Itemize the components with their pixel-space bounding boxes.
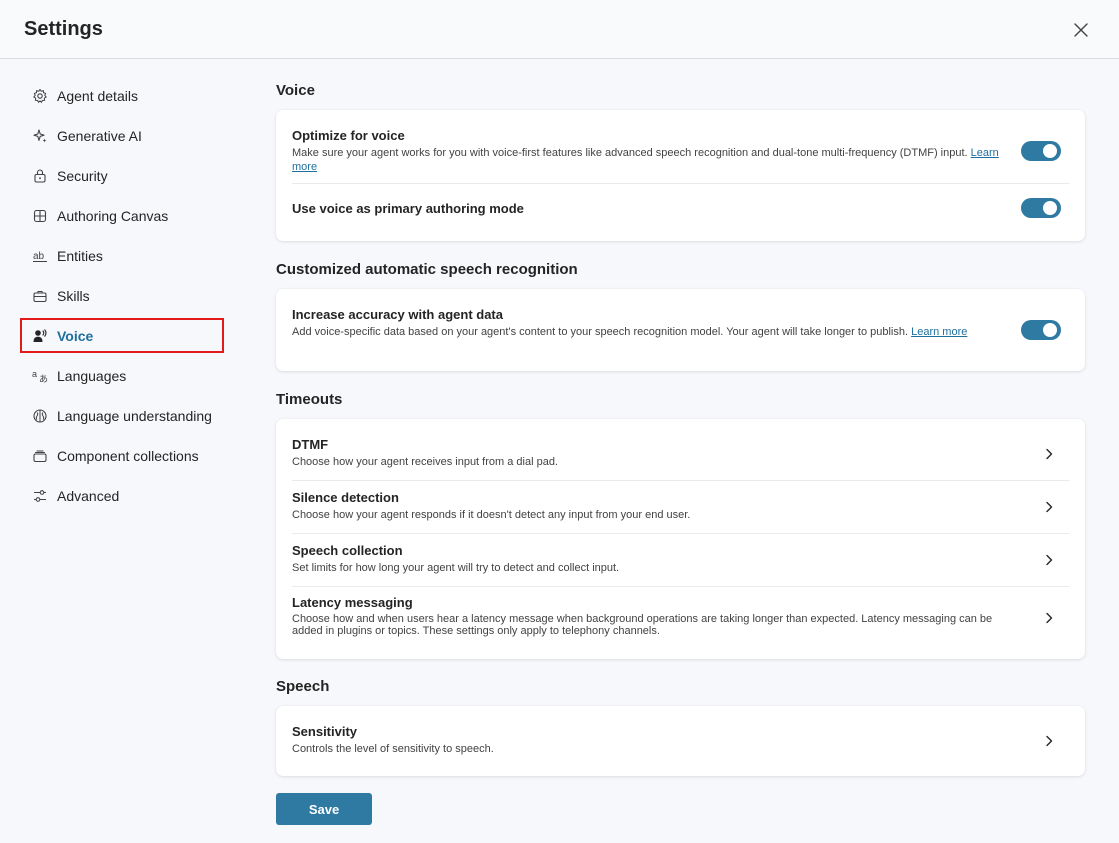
primary-authoring-title: Use voice as primary authoring mode	[292, 201, 524, 216]
sidebar-item-label: Skills	[57, 287, 90, 304]
toggle-knob	[1043, 144, 1057, 158]
person-voice-icon	[32, 328, 48, 344]
translate-icon: aあ	[32, 368, 48, 384]
timeout-row-title: Silence detection	[292, 490, 399, 505]
sidebar-item-label: Advanced	[57, 487, 120, 504]
page-title: Settings	[24, 18, 103, 40]
timeouts-section-title: Timeouts	[276, 391, 343, 408]
timeout-row-title: Latency messaging	[292, 595, 413, 610]
optimize-voice-title: Optimize for voice	[292, 128, 405, 143]
collection-icon	[32, 448, 48, 464]
divider	[292, 586, 1069, 587]
chevron-right-icon[interactable]	[1043, 448, 1055, 460]
sidebar-item-authoring-canvas[interactable]: Authoring Canvas	[20, 199, 224, 232]
lock-icon	[32, 168, 48, 184]
sidebar-item-skills[interactable]: Skills	[20, 279, 224, 312]
accuracy-desc: Add voice-specific data based on your ag…	[292, 326, 968, 338]
divider	[292, 480, 1069, 481]
chevron-right-icon[interactable]	[1043, 501, 1055, 513]
timeout-row-desc: Choose how your agent receives input fro…	[292, 456, 558, 468]
timeout-row-latency-messaging[interactable]: Latency messaging Choose how and when us…	[292, 595, 1014, 637]
sidebar-item-label: Entities	[57, 247, 103, 264]
svg-text:ab: ab	[33, 251, 45, 262]
sidebar-item-label: Security	[57, 167, 108, 184]
close-icon	[1074, 23, 1088, 37]
optimize-voice-desc: Make sure your agent works for you with …	[292, 147, 999, 173]
sensitivity-desc: Controls the level of sensitivity to spe…	[292, 743, 494, 755]
accuracy-toggle[interactable]	[1021, 320, 1061, 340]
sidebar-item-label: Languages	[57, 367, 127, 384]
divider	[292, 533, 1069, 534]
asr-section-title: Customized automatic speech recognition	[276, 261, 578, 278]
chevron-right-icon[interactable]	[1043, 612, 1055, 624]
accuracy-row: Increase accuracy with agent data Add vo…	[292, 307, 1008, 339]
sidebar-item-entities[interactable]: ab Entities	[20, 239, 224, 272]
sidebar-item-component-collections[interactable]: Component collections	[20, 439, 224, 472]
chevron-right-icon[interactable]	[1043, 735, 1055, 747]
optimize-voice-row: Optimize for voice Make sure your agent …	[292, 128, 1012, 174]
accuracy-title: Increase accuracy with agent data	[292, 307, 503, 322]
speech-card: Sensitivity Controls the level of sensit…	[276, 706, 1085, 776]
sidebar-item-generative-ai[interactable]: Generative AI	[20, 119, 224, 152]
divider	[292, 183, 1069, 184]
voice-section-title: Voice	[276, 82, 315, 99]
sidebar-item-advanced[interactable]: Advanced	[20, 479, 224, 512]
options-icon	[32, 488, 48, 504]
sidebar-item-label: Authoring Canvas	[57, 207, 169, 224]
sidebar-item-label: Component collections	[57, 447, 199, 464]
settings-header: Settings	[0, 0, 1119, 59]
sidebar-item-label: Agent details	[57, 87, 138, 104]
sidebar-item-voice[interactable]: Voice	[20, 318, 224, 353]
asr-card: Increase accuracy with agent data Add vo…	[276, 289, 1085, 371]
timeout-row-title: Speech collection	[292, 543, 403, 558]
close-button[interactable]	[1070, 19, 1092, 41]
sidebar-item-languages[interactable]: aあ Languages	[20, 359, 224, 392]
timeout-row-title: DTMF	[292, 437, 329, 452]
toggle-knob	[1043, 201, 1057, 215]
learn-more-link[interactable]: Learn more	[911, 326, 967, 338]
sparkle-icon	[32, 128, 48, 144]
timeout-row-dtmf[interactable]: DTMF Choose how your agent receives inpu…	[292, 437, 1069, 469]
sidebar-item-label: Generative AI	[57, 127, 142, 144]
sidebar-item-label: Language understanding	[57, 407, 212, 424]
sensitivity-title: Sensitivity	[292, 724, 358, 739]
sensitivity-row[interactable]: Sensitivity Controls the level of sensit…	[292, 724, 1069, 756]
chevron-right-icon[interactable]	[1043, 554, 1055, 566]
sidebar-item-label: Voice	[57, 327, 94, 344]
sidebar-item-security[interactable]: Security	[20, 159, 224, 192]
timeout-row-desc: Set limits for how long your agent will …	[292, 562, 620, 574]
settings-sidebar: Agent details Generative AI Security Aut…	[0, 60, 250, 843]
timeout-row-silence-detection[interactable]: Silence detection Choose how your agent …	[292, 490, 1069, 522]
sidebar-item-agent-details[interactable]: Agent details	[20, 79, 224, 112]
primary-authoring-row: Use voice as primary authoring mode	[292, 201, 1069, 216]
primary-authoring-toggle[interactable]	[1021, 198, 1061, 218]
grid-icon	[32, 208, 48, 224]
svg-text:あ: あ	[39, 374, 48, 384]
gear-icon	[32, 88, 48, 104]
toggle-knob	[1043, 323, 1057, 337]
sidebar-item-language-understanding[interactable]: Language understanding	[20, 399, 224, 432]
timeout-row-speech-collection[interactable]: Speech collection Set limits for how lon…	[292, 543, 1069, 575]
save-button[interactable]: Save	[276, 793, 372, 825]
speech-section-title: Speech	[276, 678, 330, 695]
svg-text:a: a	[32, 369, 37, 379]
timeouts-card: DTMF Choose how your agent receives inpu…	[276, 419, 1085, 659]
timeout-row-desc: Choose how your agent responds if it doe…	[292, 509, 691, 521]
briefcase-icon	[32, 288, 48, 304]
voice-card: Optimize for voice Make sure your agent …	[276, 110, 1085, 241]
timeout-row-desc: Choose how and when users hear a latency…	[292, 613, 993, 637]
brain-icon	[32, 408, 48, 424]
text-ab-icon: ab	[32, 248, 48, 264]
optimize-voice-toggle[interactable]	[1021, 141, 1061, 161]
